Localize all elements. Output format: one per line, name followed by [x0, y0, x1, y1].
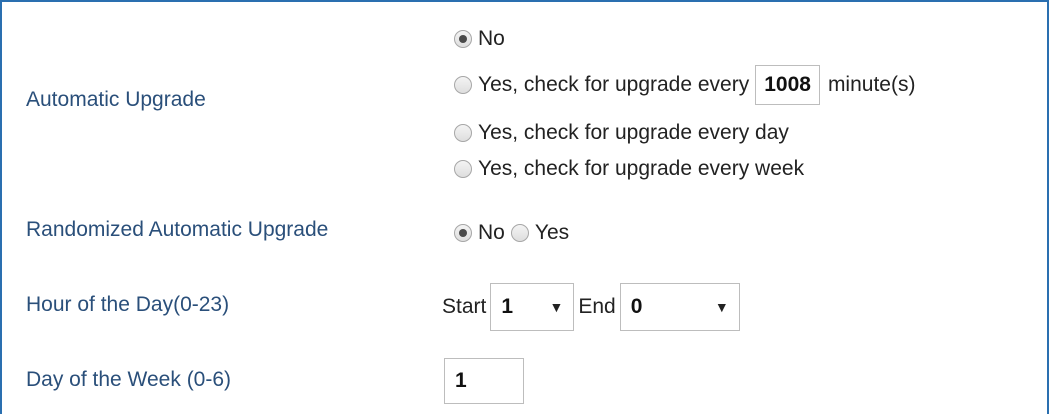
auto-upgrade-option-day[interactable]: Yes, check for upgrade every day [454, 118, 789, 148]
randomized-no-radio[interactable] [454, 224, 472, 242]
auto-upgrade-option-minutes[interactable]: Yes, check for upgrade every 1008 minute… [454, 65, 915, 105]
day-of-week-input[interactable]: 1 [444, 358, 524, 404]
auto-upgrade-minutes-label: Yes, check for upgrade every [478, 73, 750, 96]
minutes-unit-label: minute(s) [827, 73, 916, 96]
auto-upgrade-option-week[interactable]: Yes, check for upgrade every week [454, 154, 804, 184]
end-hour-select[interactable]: 0 ▼ [619, 283, 740, 331]
randomized-upgrade-label: Randomized Automatic Upgrade [26, 218, 329, 241]
auto-upgrade-minutes-radio[interactable] [454, 76, 472, 94]
auto-upgrade-no-radio[interactable] [454, 30, 472, 48]
day-of-week-label: Day of the Week (0-6) [26, 368, 232, 391]
randomized-upgrade-options: No Yes [454, 218, 569, 248]
auto-upgrade-option-no[interactable]: No [454, 24, 505, 54]
auto-upgrade-day-label: Yes, check for upgrade every day [478, 121, 789, 144]
hour-of-day-label: Hour of the Day(0-23) [26, 293, 230, 316]
start-label: Start [442, 295, 487, 318]
auto-upgrade-no-label: No [478, 27, 505, 50]
end-hour-value: 0 [630, 295, 643, 318]
hour-of-day-controls: Start 1 ▼ End 0 ▼ [442, 282, 744, 332]
automatic-upgrade-label: Automatic Upgrade [26, 88, 206, 111]
start-hour-value: 1 [501, 295, 514, 318]
start-caret-down-icon: ▼ [549, 299, 564, 315]
settings-panel: Automatic Upgrade No Yes, check for upgr… [0, 0, 1049, 414]
randomized-no-label: No [478, 221, 505, 244]
end-label: End [578, 295, 616, 318]
auto-upgrade-week-radio[interactable] [454, 160, 472, 178]
end-caret-down-icon: ▼ [714, 299, 729, 315]
auto-upgrade-day-radio[interactable] [454, 124, 472, 142]
randomized-yes-label: Yes [534, 221, 570, 244]
upgrade-minutes-input[interactable]: 1008 [755, 65, 820, 105]
randomized-yes-radio[interactable] [510, 224, 529, 242]
start-hour-select[interactable]: 1 ▼ [490, 283, 575, 331]
auto-upgrade-week-label: Yes, check for upgrade every week [478, 157, 805, 180]
